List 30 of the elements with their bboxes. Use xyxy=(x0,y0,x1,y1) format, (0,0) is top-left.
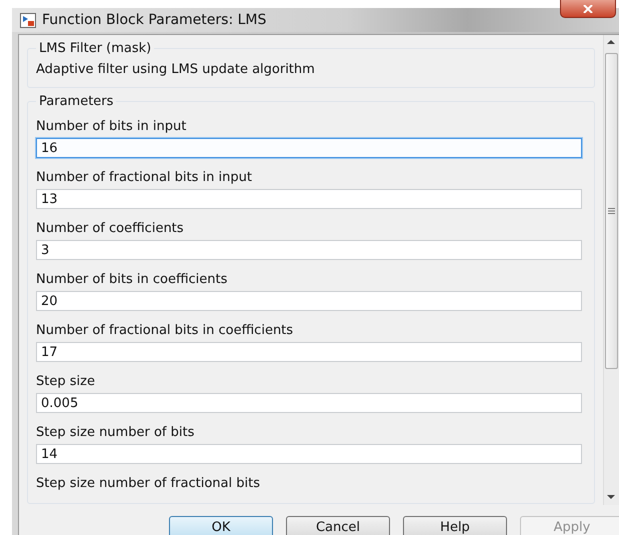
close-button[interactable] xyxy=(560,0,616,18)
input-field[interactable]: 17 xyxy=(36,342,582,362)
group-title: LMS Filter (mask) xyxy=(38,41,152,56)
group-title: Parameters xyxy=(38,94,114,109)
input-field[interactable]: 3 xyxy=(36,240,582,260)
scrollbar[interactable] xyxy=(603,35,619,505)
grip-icon xyxy=(608,208,615,214)
scrollbar-thumb[interactable] xyxy=(605,53,618,369)
field-label: Number of coefficients xyxy=(36,221,185,236)
dialog-button[interactable]: Help xyxy=(403,516,507,535)
window-title: Function Block Parameters: LMS xyxy=(42,12,266,28)
field-label: Step size number of fractional bits xyxy=(36,476,261,491)
input-field[interactable]: 14 xyxy=(36,444,582,464)
scroll-down-icon[interactable] xyxy=(607,495,615,500)
input-field[interactable]: 0.005 xyxy=(36,393,582,413)
block-icon xyxy=(20,12,36,28)
field-label: Number of fractional bits in coefficients xyxy=(36,323,294,338)
field-label: Step size number of bits xyxy=(36,425,196,440)
input-field[interactable]: 20 xyxy=(36,291,582,311)
field-label: Number of bits in coefficients xyxy=(36,272,228,287)
field-label: Number of fractional bits in input xyxy=(36,170,253,185)
dialog-button[interactable]: OK xyxy=(169,516,273,535)
scroll-up-icon[interactable] xyxy=(607,39,615,44)
dialog-button[interactable]: Cancel xyxy=(286,516,390,535)
field-label: Step size xyxy=(36,374,96,389)
mask-description: Adaptive filter using LMS update algorithm xyxy=(36,62,316,77)
field-label: Number of bits in input xyxy=(36,119,188,134)
input-field[interactable]: 16 xyxy=(36,138,582,158)
input-field[interactable]: 13 xyxy=(36,189,582,209)
close-icon xyxy=(582,4,594,12)
